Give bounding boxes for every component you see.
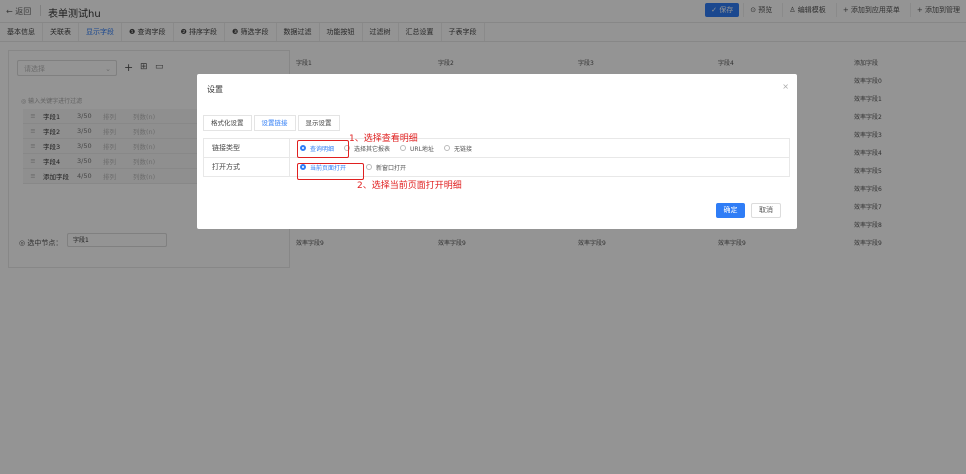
radio-icon (366, 164, 373, 170)
dialog-tabs: 格式化设置 设置链接 显示设置 (203, 115, 342, 131)
settings-dialog: 设置 × 格式化设置 设置链接 显示设置 链接类型 查询明细 选择其它报表 UR… (197, 74, 797, 229)
radio-url[interactable]: URL地址 (400, 144, 434, 153)
open-mode-label: 打开方式 (204, 158, 290, 176)
radio-no-link[interactable]: 无链接 (443, 144, 472, 153)
radio-new-window[interactable]: 新窗口打开 (366, 163, 406, 172)
highlight-box (297, 140, 349, 158)
link-type-row: 链接类型 查询明细 选择其它报表 URL地址 无链接 (204, 139, 789, 158)
close-icon[interactable]: × (782, 82, 789, 91)
open-mode-row: 打开方式 当前页面打开 新窗口打开 (204, 158, 789, 176)
highlight-box (297, 163, 364, 180)
dialog-title: 设置 (207, 85, 223, 94)
modal-overlay[interactable] (0, 0, 966, 474)
annotation-step-1: 1、选择查看明细 (349, 134, 418, 144)
tab-link-settings[interactable]: 设置链接 (253, 115, 296, 131)
annotation-step-2: 2、选择当前页面打开明细 (357, 181, 462, 191)
radio-icon (400, 145, 407, 151)
link-settings-form: 链接类型 查询明细 选择其它报表 URL地址 无链接 打开方式 当前页面打开 新… (203, 138, 790, 177)
confirm-button[interactable]: 确定 (716, 203, 745, 218)
radio-icon (443, 145, 450, 151)
radio-other-report[interactable]: 选择其它报表 (344, 144, 390, 153)
tab-format-settings[interactable]: 格式化设置 (203, 115, 252, 131)
tab-display-settings[interactable]: 显示设置 (297, 115, 340, 131)
cancel-button[interactable]: 取消 (751, 203, 781, 218)
link-type-label: 链接类型 (204, 139, 290, 157)
